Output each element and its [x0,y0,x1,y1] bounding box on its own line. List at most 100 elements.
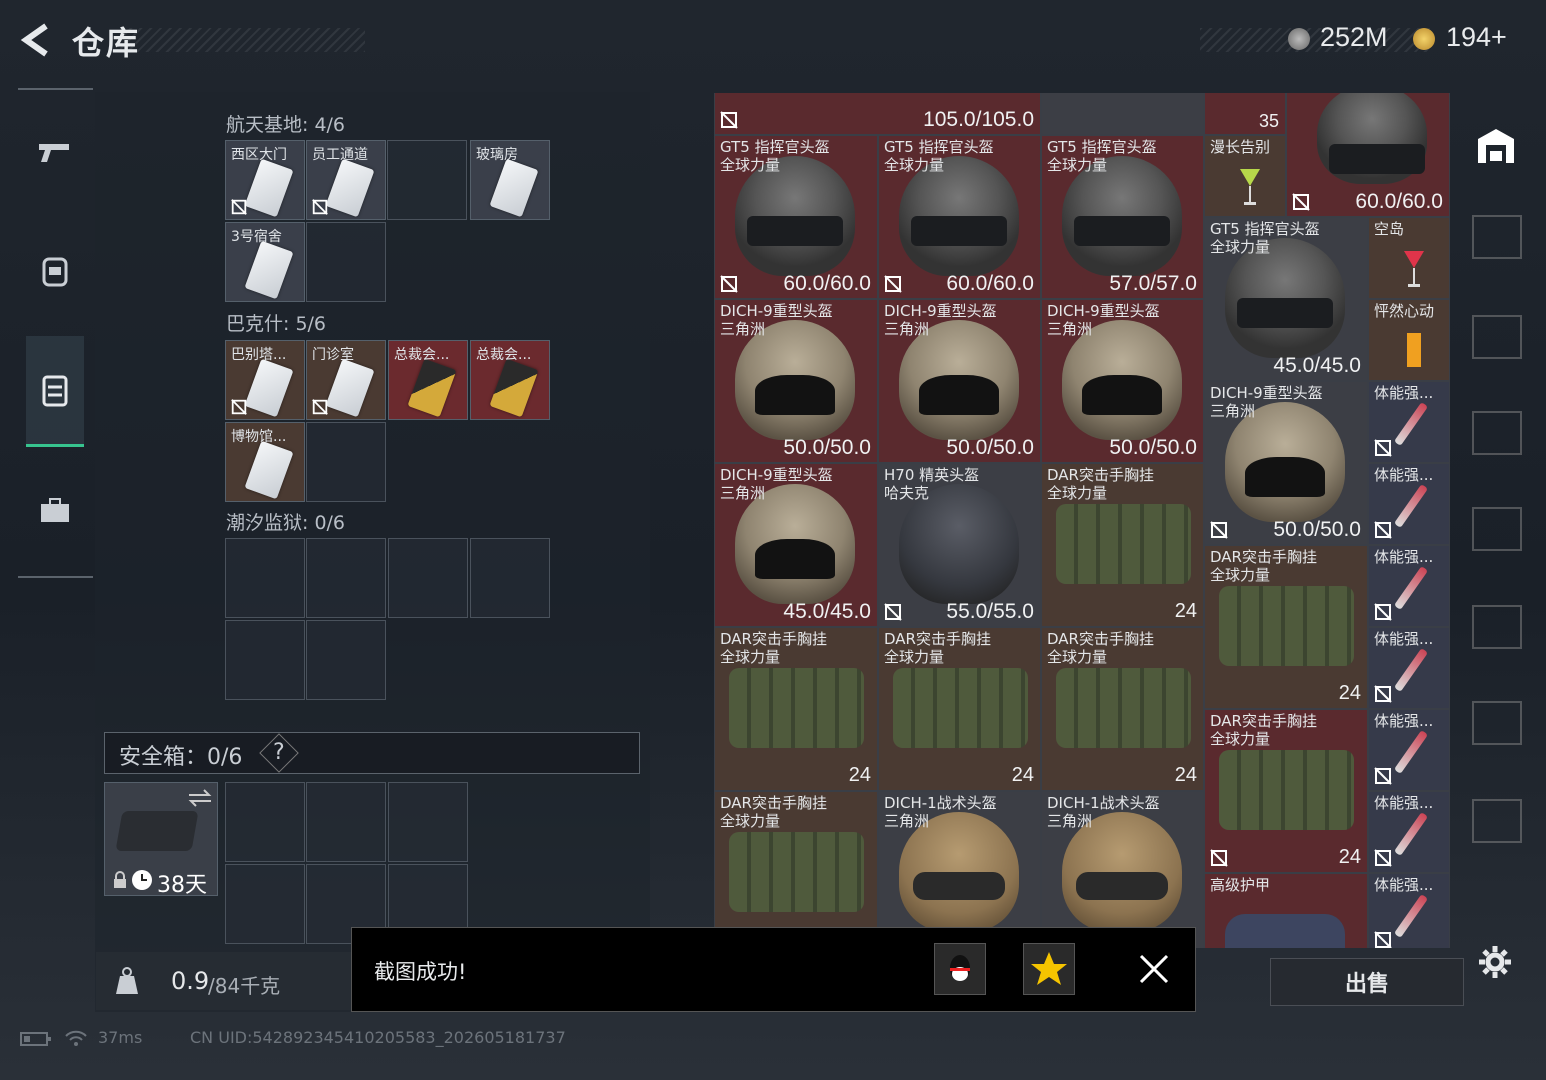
section-label-tidal: 潮汐监狱: 0/6 [226,512,346,534]
keycard-item[interactable]: 员工通道 [306,140,386,220]
empty-slot[interactable] [470,538,550,618]
help-icon[interactable]: ? [259,733,299,773]
premium-coin-icon [1413,28,1435,50]
empty-slot[interactable] [306,620,386,700]
inventory-item[interactable]: 60.0/60.0 [1286,93,1450,217]
inventory-item[interactable]: DICH-1战术头盔 三角洲 [1041,791,1204,948]
keycard-item[interactable]: 博物馆... [225,422,305,502]
inventory-item[interactable]: GT5 指挥官头盔 全球力量 57.0/57.0 [1041,135,1204,299]
inventory-item[interactable]: 体能强... [1368,873,1450,948]
no-trade-icon [720,275,738,293]
nav-vest[interactable] [26,336,84,447]
gun-icon [39,144,69,162]
inventory-item[interactable]: DICH-9重型头盔 三角洲 50.0/50.0 [878,299,1041,463]
inventory-item[interactable]: DAR突击手胸挂 全球力量 24 [1204,545,1368,709]
safe-box-header: 安全箱：0/6 ? [104,732,640,774]
inventory-item[interactable]: DAR突击手胸挂 全球力量 24 [878,627,1041,791]
weight-max: /84千克 [208,974,281,998]
inventory-item[interactable] [1041,93,1204,135]
empty-slot[interactable] [306,422,386,502]
warehouse-icon[interactable] [1474,125,1518,165]
premium-currency-amount[interactable]: 194+ [1446,22,1507,53]
inventory-item[interactable]: DAR突击手胸挂 全球力量 24 [714,627,878,791]
empty-slot[interactable] [306,538,386,618]
keycard-item[interactable]: 总裁会... [470,340,550,420]
empty-slot[interactable] [388,538,468,618]
tier-filter-icon[interactable] [1472,799,1522,843]
gear-icon[interactable] [1478,945,1512,979]
keycard-item[interactable]: 门诊室 [306,340,386,420]
inventory-item[interactable]: DICH-1战术头盔 三角洲 [878,791,1041,948]
inventory-item[interactable]: DICH-9重型头盔 三角洲 50.0/50.0 [714,299,878,463]
battery-icon [20,1032,51,1046]
uid-text: CN UID:542892345410205583_202605181737 [190,1028,566,1047]
keycard-item[interactable]: 巴别塔... [225,340,305,420]
inventory-item[interactable]: GT5 指挥官头盔 全球力量 60.0/60.0 [714,135,878,299]
empty-slot[interactable] [225,538,305,618]
inventory-item[interactable]: DICH-9重型头盔 三角洲 50.0/50.0 [1204,381,1368,545]
inventory-item[interactable]: 空岛 [1368,217,1450,299]
empty-slot[interactable] [306,222,386,302]
tier-filter-icon[interactable] [1472,315,1522,359]
qq-share-button[interactable] [934,943,986,995]
empty-slot[interactable] [306,782,386,862]
tier-filter-icon[interactable] [1472,605,1522,649]
nav-weapon[interactable] [26,98,84,206]
back-arrow-icon[interactable] [16,20,56,60]
nav-case[interactable] [26,456,84,564]
inventory-item[interactable]: 35 [1204,93,1286,135]
inventory-item[interactable]: DAR突击手胸挂 全球力量 24 [1041,463,1204,627]
tier-filter-icon[interactable] [1472,507,1522,551]
no-trade-icon [1374,603,1392,621]
cocktail-icon [1240,169,1260,205]
safe-case-item[interactable]: 38天 [104,782,218,898]
inventory-item[interactable]: 体能强... [1368,709,1450,791]
inventory-item[interactable]: 体能强... [1368,381,1450,463]
inventory-item[interactable]: 体能强... [1368,791,1450,873]
no-trade-icon [1374,767,1392,785]
no-trade-icon [231,399,247,415]
empty-slot[interactable] [225,782,305,862]
tier-filter-icon[interactable] [1472,215,1522,259]
keycard-item[interactable]: 总裁会... [388,340,468,420]
keycard-item[interactable]: 玻璃房 [470,140,550,220]
empty-slot[interactable] [388,782,468,862]
filter-rail [1466,95,1524,995]
inventory-item[interactable]: 漫长告别 [1204,135,1286,217]
inventory-item[interactable]: 105.0/105.0 [714,93,1041,135]
sell-button[interactable]: 出售 [1270,958,1464,1006]
inventory-item[interactable]: 体能强... [1368,463,1450,545]
inventory-item[interactable]: 体能强... [1368,545,1450,627]
no-trade-icon [1374,685,1392,703]
safe-box-label: 安全箱：0/6 [119,745,243,770]
inventory-item[interactable]: H70 精英头盔 哈夫克 55.0/55.0 [878,463,1041,627]
empty-slot[interactable] [225,864,305,944]
empty-slot[interactable] [225,620,305,700]
no-trade-icon [231,199,247,215]
close-icon[interactable] [1137,952,1171,986]
qzone-share-button[interactable] [1023,943,1075,995]
tier-filter-icon[interactable] [1472,411,1522,455]
keycard-item[interactable]: 3号宿舍 [225,222,305,302]
cocktail-icon [1407,333,1421,367]
safe-days: 38天 [157,873,207,898]
inventory-item[interactable]: 怦然心动 [1368,299,1450,381]
inventory-item[interactable]: DAR突击手胸挂 全球力量 [714,791,878,948]
inventory-item[interactable]: DICH-9重型头盔 三角洲 45.0/45.0 [714,463,878,627]
title-hatch [120,28,365,52]
swap-icon[interactable] [187,787,213,809]
inventory-item[interactable]: 体能强... [1368,627,1450,709]
inventory-item[interactable]: DAR突击手胸挂 全球力量 24 [1204,709,1368,873]
screenshot-toast: 截图成功! [351,927,1196,1012]
empty-slot[interactable] [387,140,467,220]
inventory-item[interactable]: DICH-9重型头盔 三角洲 50.0/50.0 [1041,299,1204,463]
inventory-item[interactable]: GT5 指挥官头盔 全球力量 60.0/60.0 [878,135,1041,299]
inventory-item[interactable]: DAR突击手胸挂 全球力量 24 [1041,627,1204,791]
nav-backpack[interactable] [26,216,84,324]
tier-filter-icon[interactable] [1472,701,1522,745]
inventory-item[interactable]: 高级护甲 [1204,873,1368,948]
keycard-item[interactable]: 西区大门 [225,140,305,220]
no-trade-icon [1210,849,1228,867]
no-trade-icon [1374,849,1392,867]
inventory-item[interactable]: GT5 指挥官头盔 全球力量 45.0/45.0 [1204,217,1368,381]
